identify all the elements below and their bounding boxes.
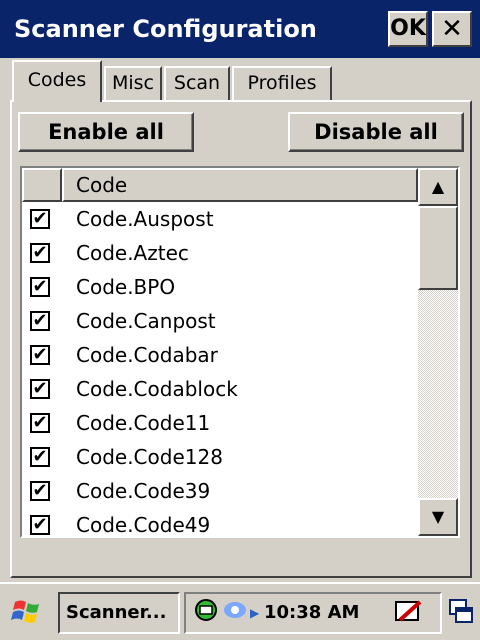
- close-button[interactable]: ✕: [432, 11, 472, 47]
- code-label: Code.Canpost: [76, 309, 216, 333]
- tab-codes[interactable]: Codes: [12, 60, 102, 102]
- scroll-down-icon[interactable]: ▼: [418, 498, 458, 536]
- arrow-icon: ▶: [250, 606, 260, 620]
- list-header: Code: [22, 168, 418, 202]
- checkbox[interactable]: ✔: [30, 413, 50, 433]
- clock[interactable]: 10:38 AM: [264, 594, 359, 632]
- pen-input-icon[interactable]: [394, 598, 424, 628]
- checkbox[interactable]: ✔: [30, 209, 50, 229]
- checkbox[interactable]: ✔: [30, 515, 50, 535]
- code-label: Code.Auspost: [76, 207, 214, 231]
- code-label: Code.Codabar: [76, 343, 218, 367]
- disable-all-button[interactable]: Disable all: [288, 112, 464, 152]
- checkbox[interactable]: ✔: [30, 345, 50, 365]
- list-item[interactable]: ✔ Code.BPO: [22, 270, 418, 304]
- code-label: Code.Code39: [76, 479, 211, 503]
- windows-flag-icon[interactable]: [8, 596, 48, 630]
- checkbox[interactable]: ✔: [30, 311, 50, 331]
- code-label: Code.Code49: [76, 513, 211, 537]
- list-item[interactable]: ✔ Code.Canpost: [22, 304, 418, 338]
- network-icon[interactable]: [194, 598, 218, 628]
- system-tray: ▶ 10:38 AM: [184, 592, 442, 634]
- enable-all-button[interactable]: Enable all: [18, 112, 194, 152]
- scroll-up-icon[interactable]: ▲: [418, 168, 458, 206]
- list-item[interactable]: ✔ Code.Code11: [22, 406, 418, 440]
- code-label: Code.Code128: [76, 445, 223, 469]
- code-label: Code.Code11: [76, 411, 211, 435]
- title-bar: Scanner Configuration OK ✕: [0, 0, 480, 58]
- list-item[interactable]: ✔ Code.Code49: [22, 508, 418, 537]
- window-title: Scanner Configuration: [14, 15, 317, 43]
- list-item[interactable]: ✔ Code.Code39: [22, 474, 418, 508]
- checkbox[interactable]: ✔: [30, 243, 50, 263]
- taskbar: Scanner... ▶ 10:38 AM: [0, 582, 480, 640]
- task-button-scanner[interactable]: Scanner...: [58, 592, 180, 634]
- window-switch-icon[interactable]: [448, 598, 474, 626]
- checkbox[interactable]: ✔: [30, 379, 50, 399]
- list-item[interactable]: ✔ Code.Code128: [22, 440, 418, 474]
- list-item[interactable]: ✔ Code.Codablock: [22, 372, 418, 406]
- code-label: Code.BPO: [76, 275, 176, 299]
- checkbox[interactable]: ✔: [30, 481, 50, 501]
- code-label: Code.Codablock: [76, 377, 238, 401]
- codes-list[interactable]: Code ✔ Code.Auspost ✔ Code.Aztec ✔ Code.…: [20, 166, 460, 538]
- checkbox-column-header[interactable]: [22, 168, 62, 202]
- list-item[interactable]: ✔ Code.Auspost: [22, 202, 418, 236]
- list-item[interactable]: ✔ Code.Aztec: [22, 236, 418, 270]
- code-column-header[interactable]: Code: [62, 168, 418, 202]
- tab-profiles[interactable]: Profiles: [232, 66, 332, 100]
- vertical-scrollbar[interactable]: ▲ ▼: [418, 168, 458, 536]
- list-item[interactable]: ✔ Code.Codabar: [22, 338, 418, 372]
- code-label: Code.Aztec: [76, 241, 189, 265]
- tab-scan[interactable]: Scan: [164, 66, 230, 100]
- sync-icon[interactable]: [222, 598, 248, 628]
- scroll-thumb[interactable]: [418, 206, 458, 290]
- checkbox[interactable]: ✔: [30, 447, 50, 467]
- checkbox[interactable]: ✔: [30, 277, 50, 297]
- ok-button[interactable]: OK: [388, 11, 428, 47]
- tab-misc[interactable]: Misc: [104, 66, 162, 100]
